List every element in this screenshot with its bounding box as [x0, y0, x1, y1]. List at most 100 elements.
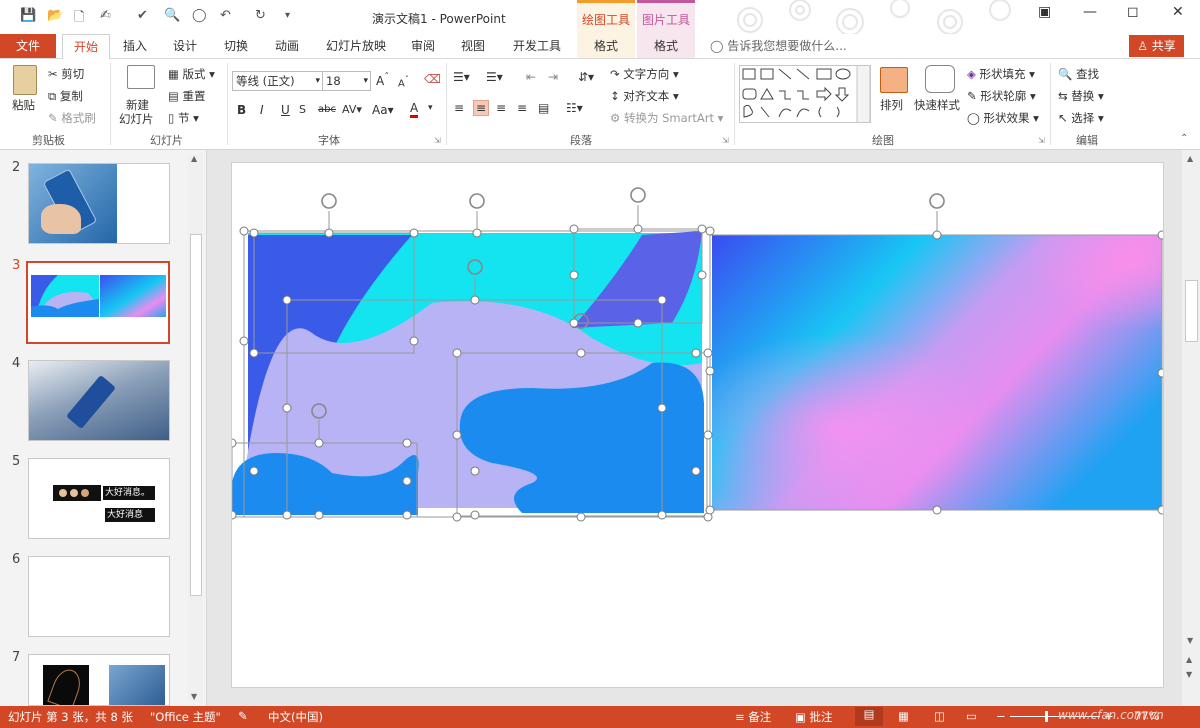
smartart-button[interactable]: ⚙ 转换为 SmartArt ▾ [610, 110, 723, 126]
tab-file[interactable]: 文件 [0, 34, 56, 58]
tell-me-box[interactable]: ◯ 告诉我您想要做什么... [710, 34, 847, 58]
preview-icon[interactable]: 🔍 [164, 8, 180, 23]
dialog-launcher-icon[interactable]: ⇲ [722, 136, 729, 145]
slide-thumbnail-7[interactable] [28, 654, 170, 706]
grow-font-icon[interactable]: Aˆ [376, 72, 389, 88]
slide-sorter-icon[interactable]: ▦ [898, 709, 909, 723]
slide-thumbnail-4[interactable] [28, 360, 170, 441]
scroll-down-icon[interactable]: ▼ [1187, 636, 1193, 645]
tab-transitions[interactable]: 切换 [215, 34, 257, 58]
clear-format-icon[interactable]: ⌫ [424, 72, 441, 86]
customize-qat-icon[interactable]: ▾ [285, 10, 290, 21]
align-center-icon[interactable]: ≡ [473, 100, 490, 116]
normal-view-icon[interactable]: ▤ [855, 707, 883, 726]
shape-fill-button[interactable]: ◈ 形状填充 ▾ [967, 66, 1035, 82]
minimize-icon[interactable]: — [1083, 4, 1097, 20]
find-button[interactable]: 🔍 查找 [1058, 66, 1099, 82]
touch-mode-icon[interactable]: ✍ [100, 8, 111, 23]
tab-animations[interactable]: 动画 [266, 34, 308, 58]
thumbnail-scrollbar[interactable]: ▲ ▼ [188, 154, 202, 702]
tab-design[interactable]: 设计 [164, 34, 206, 58]
font-name-combo[interactable]: 等线 (正文) ▾ [232, 71, 323, 91]
share-button[interactable]: ♙ 共享 [1129, 35, 1184, 57]
tab-view[interactable]: 视图 [452, 34, 494, 58]
spelling-status-icon[interactable]: ✎ [238, 709, 248, 723]
slide-thumbnail-2[interactable] [28, 163, 170, 244]
line-spacing-icon[interactable]: ⇵▾ [578, 70, 594, 84]
tab-insert[interactable]: 插入 [114, 34, 156, 58]
reset-button[interactable]: ▤ 重置 [168, 88, 206, 104]
tab-picture-format[interactable]: 格式 [637, 34, 695, 58]
font-size-combo[interactable]: 18 ▾ [322, 71, 371, 91]
abstract-shapes-group[interactable] [232, 231, 704, 515]
format-painter-button[interactable]: ✎ 格式刷 [48, 110, 96, 126]
quick-styles-button[interactable]: 快速样式 [914, 97, 960, 113]
text-direction-button[interactable]: ↷ 文字方向 ▾ [610, 66, 679, 82]
redo-icon[interactable]: ↻ [255, 8, 266, 23]
slide-thumbnail-6[interactable] [28, 556, 170, 637]
zoom-slider-thumb[interactable] [1045, 711, 1048, 722]
slide-thumbnail-5[interactable]: 大好消息。 大好消息 [28, 458, 170, 539]
arrange-button[interactable]: 排列 [880, 97, 903, 113]
align-right-icon[interactable]: ≡ [496, 101, 506, 115]
current-slide[interactable] [231, 162, 1164, 688]
shadow-button[interactable]: S [299, 103, 306, 116]
undo-icon[interactable]: ↶ [220, 8, 231, 23]
ribbon-display-icon[interactable]: ▣ [1038, 4, 1051, 20]
spelling-icon[interactable]: ✔ [137, 8, 148, 23]
next-slide-icon[interactable]: ▼ [1186, 670, 1192, 679]
dialog-launcher-icon[interactable]: ⇲ [434, 136, 441, 145]
layout-button[interactable]: ▦ 版式 ▾ [168, 66, 215, 82]
strikethrough-button[interactable]: abc [318, 104, 336, 115]
prev-slide-icon[interactable]: ▲ [1186, 655, 1192, 664]
open-icon[interactable]: 📂 [47, 8, 63, 23]
reading-view-icon[interactable]: ◫ [934, 709, 945, 723]
scroll-up-icon[interactable]: ▲ [1187, 154, 1193, 163]
increase-indent-icon[interactable]: ⇥ [548, 70, 558, 84]
tab-home[interactable]: 开始 [62, 34, 110, 60]
tab-review[interactable]: 审阅 [402, 34, 444, 58]
align-left-icon[interactable]: ≡ [454, 101, 464, 115]
save-icon[interactable]: 💾 [20, 8, 36, 23]
new-icon[interactable]: 🗋 [74, 8, 84, 30]
section-button[interactable]: ▯ 节 ▾ [168, 110, 199, 126]
new-slide-label-2[interactable]: 幻灯片 [119, 111, 154, 127]
language[interactable]: 中文(中国) [268, 709, 323, 725]
shape-effects-button[interactable]: ◯ 形状效果 ▾ [967, 110, 1039, 126]
tab-developer[interactable]: 开发工具 [508, 34, 566, 58]
shape-outline-button[interactable]: ✎ 形状轮廓 ▾ [967, 88, 1036, 104]
columns-icon[interactable]: ☷▾ [566, 101, 583, 115]
decrease-indent-icon[interactable]: ⇤ [526, 70, 536, 84]
maximize-icon[interactable]: ◻ [1127, 4, 1139, 20]
tab-slideshow[interactable]: 幻灯片放映 [322, 34, 390, 58]
font-color-button[interactable]: A [410, 101, 419, 118]
underline-button[interactable]: U [281, 103, 290, 117]
change-case-button[interactable]: Aa▾ [372, 103, 394, 117]
copy-button[interactable]: ⧉ 复制 [48, 88, 83, 104]
bold-button[interactable]: B [237, 103, 246, 117]
distributed-icon[interactable]: ▤ [538, 101, 549, 115]
replace-button[interactable]: ⇆ 替换 ▾ [1058, 88, 1104, 104]
shrink-font-icon[interactable]: Aˇ [398, 74, 409, 89]
font-color-dropdown-icon[interactable]: ▾ [428, 103, 433, 113]
zoom-out-icon[interactable]: − [996, 709, 1006, 723]
close-icon[interactable]: ✕ [1172, 4, 1184, 20]
bullets-icon[interactable]: ☰▾ [453, 70, 470, 84]
numbering-icon[interactable]: ☰▾ [486, 70, 503, 84]
dialog-launcher-icon[interactable]: ⇲ [1038, 136, 1045, 145]
italic-button[interactable]: I [260, 103, 264, 117]
present-icon[interactable]: ◯ [192, 8, 207, 23]
select-button[interactable]: ↖ 选择 ▾ [1058, 110, 1104, 126]
paste-button[interactable]: 粘贴 [12, 97, 35, 113]
notes-button[interactable]: ≡ 备注 [735, 709, 771, 725]
comments-button[interactable]: ▣ 批注 [795, 709, 833, 725]
slide-vertical-scrollbar[interactable]: ▲ ▼ ▲ ▼ [1182, 150, 1200, 706]
tab-drawing-format[interactable]: 格式 [577, 34, 635, 58]
justify-icon[interactable]: ≡ [517, 101, 527, 115]
slideshow-view-icon[interactable]: ▭ [966, 709, 977, 723]
align-text-button[interactable]: ↕ 对齐文本 ▾ [610, 88, 679, 104]
char-spacing-button[interactable]: AV▾ [342, 103, 362, 116]
gradient-picture[interactable] [712, 235, 1162, 510]
slide-thumbnail-3[interactable] [26, 261, 170, 344]
scroll-thumb[interactable] [1185, 280, 1198, 342]
